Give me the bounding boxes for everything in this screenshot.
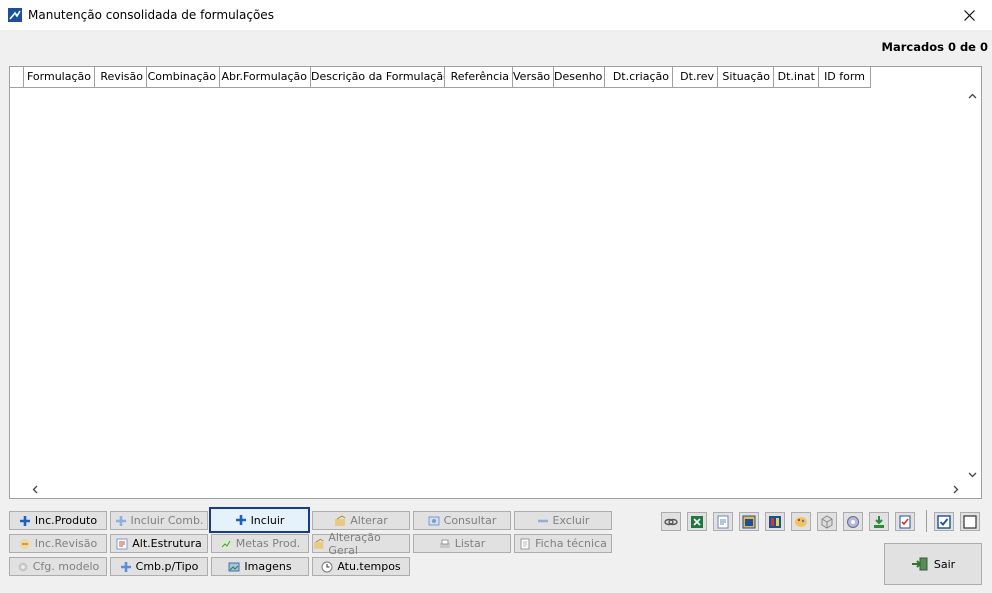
column-header[interactable]: Versão <box>513 67 554 88</box>
document-icon <box>717 515 729 528</box>
alteracao-geral-button[interactable]: Alteração Geral <box>312 531 410 557</box>
cube-icon <box>821 514 833 529</box>
formulation-grid[interactable]: Formulação Revisão Combinação Abr.Formul… <box>9 66 982 499</box>
alterar-button[interactable]: Alterar <box>312 511 410 530</box>
window-title: Manutenção consolidada de formulações <box>28 8 274 22</box>
image-icon <box>228 562 240 571</box>
palette-icon <box>795 516 807 527</box>
listar-button[interactable]: Listar <box>413 534 511 553</box>
window-tool-button[interactable] <box>739 512 759 531</box>
barcode-tool-button[interactable] <box>765 512 785 531</box>
column-header[interactable]: Descrição da Formulação <box>311 67 445 88</box>
link-tool-button[interactable] <box>661 512 681 531</box>
incluir-button[interactable]: Incluir <box>209 507 310 533</box>
column-header[interactable]: Dt.inat <box>774 67 819 88</box>
alt-estrutura-button[interactable]: Alt.Estrutura <box>110 534 208 553</box>
inc-revisao-button[interactable]: Inc.Revisão <box>9 534 107 553</box>
printer-icon <box>439 539 450 548</box>
barcode-icon <box>769 515 781 528</box>
toolbar-separator <box>926 510 927 532</box>
app-icon <box>8 8 22 22</box>
download-tool-button[interactable] <box>869 512 889 531</box>
plus-icon <box>19 515 30 526</box>
edit-icon <box>335 514 346 526</box>
metas-prod-button[interactable]: Metas Prod. <box>211 534 309 553</box>
gear-icon <box>847 515 859 528</box>
marked-count: Marcados 0 de 0 <box>881 40 988 54</box>
column-header[interactable]: Revisão <box>95 67 147 88</box>
check-all-button[interactable] <box>934 512 954 531</box>
inc-produto-button[interactable]: Inc.Produto <box>9 511 107 530</box>
palette-tool-button[interactable] <box>791 512 811 531</box>
scroll-right-icon[interactable] <box>953 485 959 494</box>
plus-icon <box>235 515 246 525</box>
cfg-modelo-button[interactable]: Cfg. modelo <box>9 557 107 576</box>
atu-tempos-button[interactable]: Atu.tempos <box>312 557 410 576</box>
excel-tool-button[interactable] <box>687 512 707 531</box>
plus-icon <box>120 561 131 572</box>
ficha-tecnica-button[interactable]: Ficha técnica <box>514 534 612 553</box>
column-header[interactable]: Dt.criação <box>605 67 673 88</box>
checklist-tool-button[interactable] <box>895 512 915 531</box>
exit-icon <box>911 557 928 571</box>
close-icon <box>963 9 975 21</box>
document-tool-button[interactable] <box>713 512 733 531</box>
column-header[interactable]: Combinação <box>147 67 220 88</box>
scroll-left-icon[interactable] <box>32 485 38 494</box>
uncheck-all-button[interactable] <box>960 512 980 531</box>
checklist-icon <box>899 515 911 528</box>
view-icon <box>428 516 440 525</box>
title-bar: Manutenção consolidada de formulações <box>0 0 992 30</box>
scroll-up-icon[interactable] <box>968 93 977 99</box>
document-icon <box>520 538 530 549</box>
sair-button[interactable]: Sair <box>884 543 982 585</box>
chart-icon <box>220 538 231 549</box>
cube-tool-button[interactable] <box>817 512 837 531</box>
link-icon <box>664 518 678 525</box>
column-header[interactable]: Formulação <box>24 67 95 88</box>
column-header[interactable]: ID form <box>819 67 871 88</box>
grid-header: Formulação Revisão Combinação Abr.Formul… <box>10 67 871 88</box>
column-header[interactable]: Dt.rev <box>673 67 718 88</box>
plus-icon <box>115 515 126 526</box>
scroll-down-icon[interactable] <box>968 472 977 478</box>
consultar-button[interactable]: Consultar <box>413 511 511 530</box>
column-header[interactable]: Desenho <box>554 67 605 88</box>
excel-icon <box>691 515 703 528</box>
column-header[interactable]: Abr.Formulação <box>220 67 311 88</box>
gear-icon <box>18 562 28 571</box>
minus-icon <box>537 519 548 522</box>
excluir-button[interactable]: Excluir <box>514 511 612 530</box>
structure-icon <box>116 538 128 549</box>
grid-indicator-column <box>10 67 24 88</box>
checkbox-empty-icon <box>963 514 977 529</box>
revision-icon <box>19 538 30 549</box>
close-button[interactable] <box>946 0 992 30</box>
column-header[interactable]: Situação <box>718 67 774 88</box>
clock-icon <box>321 561 333 572</box>
window-icon <box>742 515 756 528</box>
edit-icon <box>313 538 324 549</box>
settings-tool-button[interactable] <box>843 512 863 531</box>
checkbox-checked-icon <box>937 514 951 529</box>
cmb-tipo-button[interactable]: Cmb.p/Tipo <box>110 557 208 576</box>
incluir-comb-button[interactable]: Incluir Comb. <box>110 511 208 530</box>
download-icon <box>874 515 884 528</box>
column-header[interactable]: Referência <box>445 67 513 88</box>
imagens-button[interactable]: Imagens <box>211 557 309 576</box>
